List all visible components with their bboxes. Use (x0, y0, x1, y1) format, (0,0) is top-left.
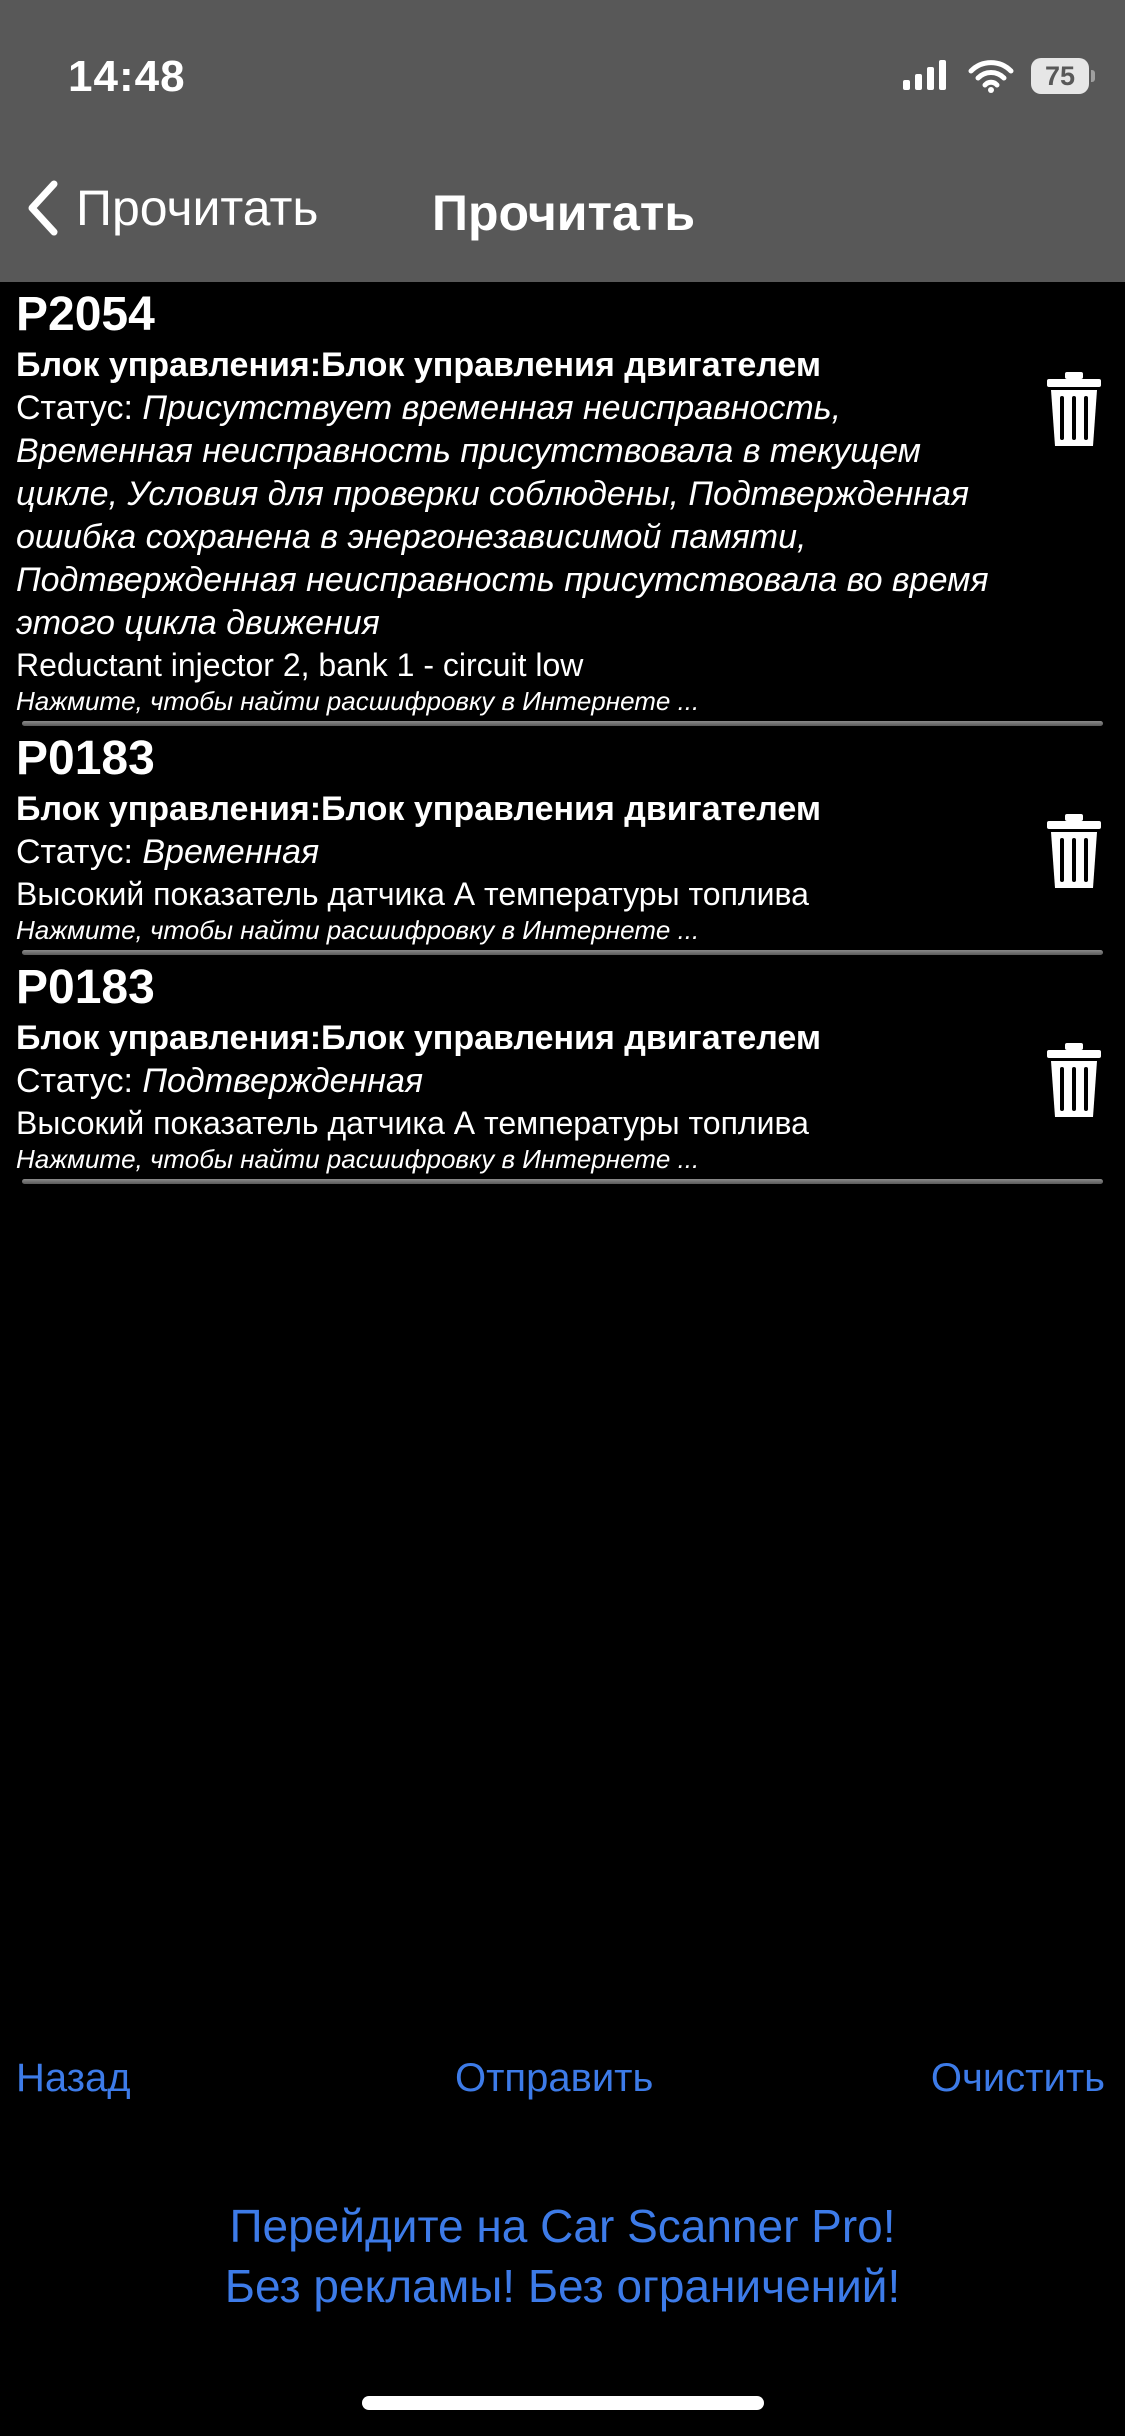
trash-icon[interactable] (1045, 1041, 1103, 1119)
back-button[interactable]: Назад (16, 2056, 131, 2101)
dtc-item[interactable]: P0183 Блок управления:Блок управления дв… (0, 955, 1125, 1184)
wifi-icon (968, 60, 1014, 93)
dtc-module: Блок управления:Блок управления двигател… (16, 1019, 822, 1057)
send-button[interactable]: Отправить (455, 2056, 653, 2101)
battery-level: 75 (1031, 58, 1089, 94)
promo-line-1: Перейдите на Car Scanner Pro! (229, 2200, 896, 2252)
dtc-status-label: Статус: (16, 1062, 143, 1100)
dtc-item[interactable]: P2054 Блок управления:Блок управления дв… (0, 282, 1125, 726)
trash-icon[interactable] (1045, 812, 1103, 890)
promo-line-2: Без рекламы! Без ограничений! (224, 2260, 901, 2312)
dtc-status: Статус: Временная (16, 831, 1006, 874)
dtc-status-value: Присутствует временная неисправность, Вр… (16, 389, 989, 642)
status-time: 14:48 (68, 52, 186, 101)
battery-icon: 75 (1031, 58, 1095, 94)
dtc-list: P2054 Блок управления:Блок управления дв… (0, 282, 1125, 1184)
divider (22, 1179, 1103, 1184)
dtc-status: Статус: Присутствует временная неисправн… (16, 387, 1006, 645)
clear-button[interactable]: Очистить (931, 2056, 1105, 2101)
chevron-left-icon (28, 180, 58, 236)
dtc-code: P0183 (16, 961, 155, 1014)
battery-tip (1091, 70, 1095, 82)
dtc-description: Reductant injector 2, bank 1 - circuit l… (16, 647, 584, 683)
top-bar: 14:48 75 Прочитать Прочитать (0, 0, 1125, 282)
dtc-item[interactable]: P0183 Блок управления:Блок управления дв… (0, 726, 1125, 955)
dtc-search-hint[interactable]: Нажмите, чтобы найти расшифровку в Интер… (16, 914, 1109, 946)
page-title: Прочитать (432, 185, 696, 241)
dtc-search-hint[interactable]: Нажмите, чтобы найти расшифровку в Интер… (16, 685, 1109, 717)
nav-back-button[interactable]: Прочитать (22, 178, 318, 238)
status-icons: 75 (901, 58, 1095, 94)
trash-icon[interactable] (1045, 370, 1103, 448)
dtc-status: Статус: Подтвержденная (16, 1060, 1006, 1103)
signal-icon (903, 60, 946, 90)
dtc-description: Высокий показатель датчика А температуры… (16, 1105, 809, 1141)
dtc-code: P0183 (16, 732, 155, 785)
dtc-status-label: Статус: (16, 389, 143, 427)
dtc-code: P2054 (16, 288, 155, 341)
dtc-module: Блок управления:Блок управления двигател… (16, 346, 822, 384)
pro-upgrade-banner[interactable]: Перейдите на Car Scanner Pro! Без реклам… (0, 2196, 1125, 2316)
dtc-status-value: Временная (142, 833, 320, 871)
dtc-status-label: Статус: (16, 833, 143, 871)
dtc-description: Высокий показатель датчика А температуры… (16, 876, 809, 912)
home-indicator[interactable] (362, 2396, 764, 2410)
dtc-status-value: Подтвержденная (142, 1062, 424, 1100)
nav-back-label: Прочитать (76, 180, 319, 236)
dtc-module: Блок управления:Блок управления двигател… (16, 790, 822, 828)
dtc-search-hint[interactable]: Нажмите, чтобы найти расшифровку в Интер… (16, 1143, 1109, 1175)
